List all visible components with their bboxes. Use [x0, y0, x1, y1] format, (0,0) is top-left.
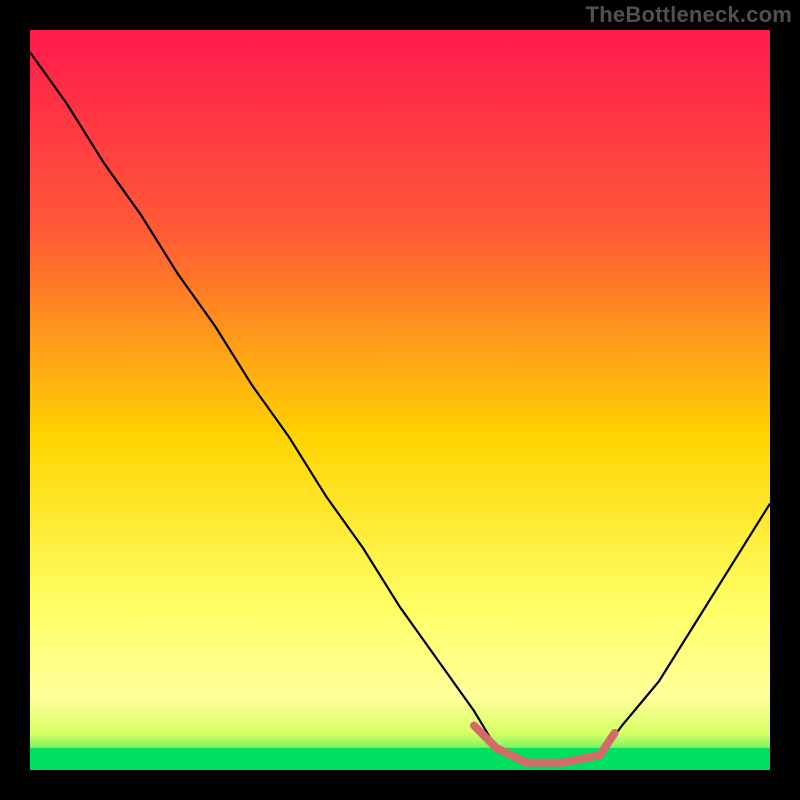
chart-svg — [30, 30, 770, 770]
green-band — [30, 748, 770, 770]
plot-area — [30, 30, 770, 770]
gradient-background — [30, 30, 770, 770]
watermark-text: TheBottleneck.com — [586, 2, 792, 28]
chart-container: TheBottleneck.com — [0, 0, 800, 800]
